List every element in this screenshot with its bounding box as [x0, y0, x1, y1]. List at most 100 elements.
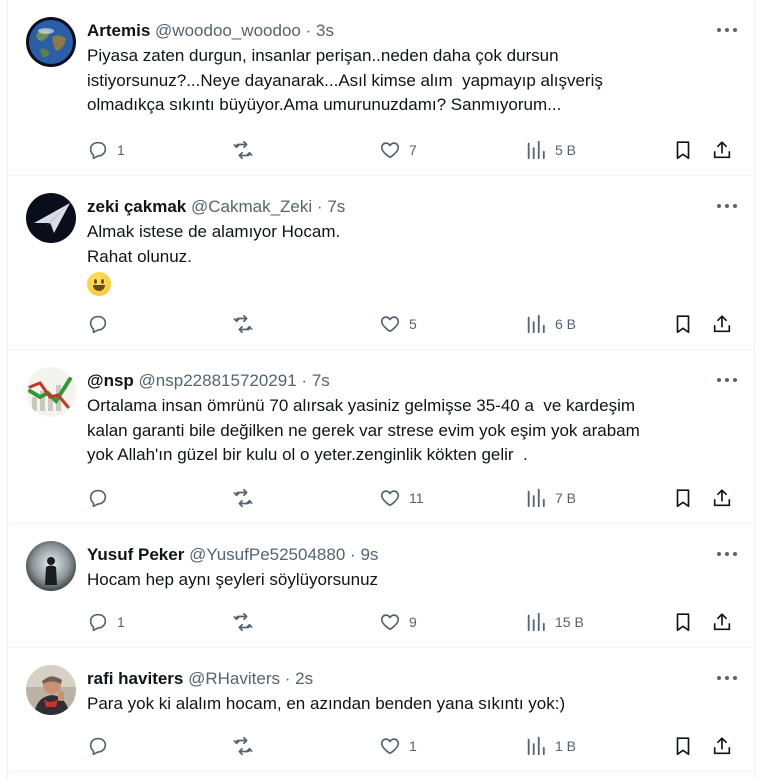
tweet-text-line: istiyorsunuz?...Neye dayanarak...Asıl ki…: [87, 70, 603, 90]
views-icon: [527, 140, 545, 160]
bookmark-icon: [676, 315, 690, 334]
bookmark-icon: [676, 613, 690, 632]
timestamp[interactable]: 3s: [316, 21, 334, 40]
like-button[interactable]: 9: [379, 609, 417, 635]
reply-icon: [89, 737, 107, 756]
like-icon: [380, 490, 400, 507]
more-icon[interactable]: [712, 666, 742, 690]
tweet-actions: 1 9 15 B: [87, 609, 747, 635]
tweet-text-line: Ortalama insan ömrünü 70 alırsak yasiniz…: [87, 396, 636, 415]
views-button[interactable]: 1 B: [525, 733, 576, 759]
like-icon: [380, 316, 400, 333]
share-button[interactable]: [711, 311, 733, 337]
timestamp[interactable]: 7s: [327, 197, 345, 216]
reply-icon: [89, 613, 107, 632]
bookmark-button[interactable]: [672, 137, 694, 163]
bookmark-button[interactable]: [672, 609, 694, 635]
like-count: 7: [409, 142, 417, 158]
more-icon[interactable]: [712, 542, 742, 566]
reply-icon: [89, 141, 107, 160]
share-icon: [713, 489, 731, 507]
bookmark-icon: [676, 489, 690, 508]
like-count: 5: [409, 316, 417, 332]
share-button[interactable]: [711, 609, 733, 635]
author-handle[interactable]: @Cakmak_Zeki: [191, 197, 312, 216]
like-button[interactable]: 7: [379, 137, 417, 163]
tweet-header: Artemis @woodoo_woodoo · 3s: [87, 18, 736, 44]
reply-feed: Artemis @woodoo_woodoo · 3s Piyasa zaten…: [7, 0, 756, 779]
more-icon[interactable]: [712, 18, 742, 42]
bookmark-icon: [676, 141, 690, 160]
author-name[interactable]: @nsp: [87, 371, 134, 390]
share-button[interactable]: [711, 733, 733, 759]
repost-button[interactable]: [232, 609, 262, 635]
tweet-header: rafi haviters @RHaviters · 2s: [87, 666, 736, 692]
author-name[interactable]: Yusuf Peker: [87, 545, 184, 564]
views-count: 7 B: [555, 490, 577, 506]
author-handle[interactable]: @RHaviters: [188, 669, 280, 688]
views-icon: [527, 736, 545, 756]
avatar[interactable]: [26, 541, 76, 591]
like-button[interactable]: 1: [379, 733, 417, 759]
tweet[interactable]: @nsp @nsp228815720291 · 7s Ortalama insa…: [8, 350, 756, 524]
separator-dot: ·: [301, 371, 308, 390]
timestamp[interactable]: 7s: [312, 371, 330, 390]
timestamp[interactable]: 9s: [360, 545, 378, 564]
repost-button[interactable]: [232, 733, 262, 759]
share-icon: [713, 315, 731, 333]
share-button[interactable]: [711, 485, 733, 511]
more-icon[interactable]: [712, 194, 742, 218]
like-button[interactable]: 5: [379, 311, 417, 337]
repost-button[interactable]: [232, 137, 262, 163]
reply-button[interactable]: 1: [87, 609, 125, 635]
timestamp[interactable]: 2s: [295, 669, 313, 688]
like-icon: [380, 738, 400, 755]
reply-icon: [89, 489, 107, 508]
author-name[interactable]: zeki çakmak: [87, 197, 186, 216]
separator-dot: ·: [284, 669, 291, 688]
like-button[interactable]: 11: [379, 485, 424, 511]
bookmark-button[interactable]: [672, 733, 694, 759]
tweet-header: @nsp @nsp228815720291 · 7s: [87, 368, 736, 394]
repost-button[interactable]: [232, 311, 262, 337]
views-icon: [527, 488, 545, 508]
reply-button[interactable]: [87, 311, 117, 337]
author-handle[interactable]: @YusufPe52504880: [189, 545, 345, 564]
bookmark-button[interactable]: [672, 485, 694, 511]
avatar[interactable]: [26, 367, 76, 417]
reply-button[interactable]: 1: [87, 137, 125, 163]
views-button[interactable]: 6 B: [525, 311, 576, 337]
tweet-actions: 11 7 B: [87, 485, 747, 511]
repost-icon: [233, 736, 253, 756]
tweet-text-line: kalan garanti bile değilken ne gerek var…: [87, 420, 640, 440]
author-handle[interactable]: @woodoo_woodoo: [155, 21, 301, 40]
share-button[interactable]: [711, 137, 733, 163]
views-icon: [527, 612, 545, 632]
repost-button[interactable]: [232, 485, 262, 511]
views-count: 6 B: [555, 316, 577, 332]
reply-icon: [89, 315, 107, 334]
separator-dot: ·: [316, 197, 323, 216]
person-avatar-image: [26, 665, 76, 715]
views-button[interactable]: 7 B: [525, 485, 576, 511]
views-button[interactable]: 5 B: [525, 137, 576, 163]
author-name[interactable]: Artemis: [87, 21, 150, 40]
tweet[interactable]: zeki çakmak @Cakmak_Zeki · 7s Almak iste…: [8, 176, 756, 350]
bookmark-button[interactable]: [672, 311, 694, 337]
author-name[interactable]: rafi haviters: [87, 669, 183, 688]
author-handle[interactable]: @nsp228815720291: [139, 371, 297, 390]
tweet[interactable]: rafi haviters @RHaviters · 2s Para yok k…: [8, 648, 756, 772]
avatar[interactable]: [26, 17, 76, 67]
grinning-face-emoji: [87, 271, 111, 296]
tweet[interactable]: Yusuf Peker @YusufPe52504880 · 9s Hocam …: [8, 524, 756, 648]
more-icon[interactable]: [712, 368, 742, 392]
reply-button[interactable]: [87, 485, 117, 511]
tweet-text-line: yok Allah'ın güzel bir kulu ol o yeter.z…: [87, 445, 528, 464]
reply-button[interactable]: [87, 733, 117, 759]
avatar[interactable]: [26, 665, 76, 715]
bookmark-icon: [676, 737, 690, 756]
tweet[interactable]: Artemis @woodoo_woodoo · 3s Piyasa zaten…: [8, 0, 756, 176]
avatar[interactable]: [26, 193, 76, 243]
like-icon: [380, 614, 400, 631]
views-button[interactable]: 15 B: [525, 609, 584, 635]
